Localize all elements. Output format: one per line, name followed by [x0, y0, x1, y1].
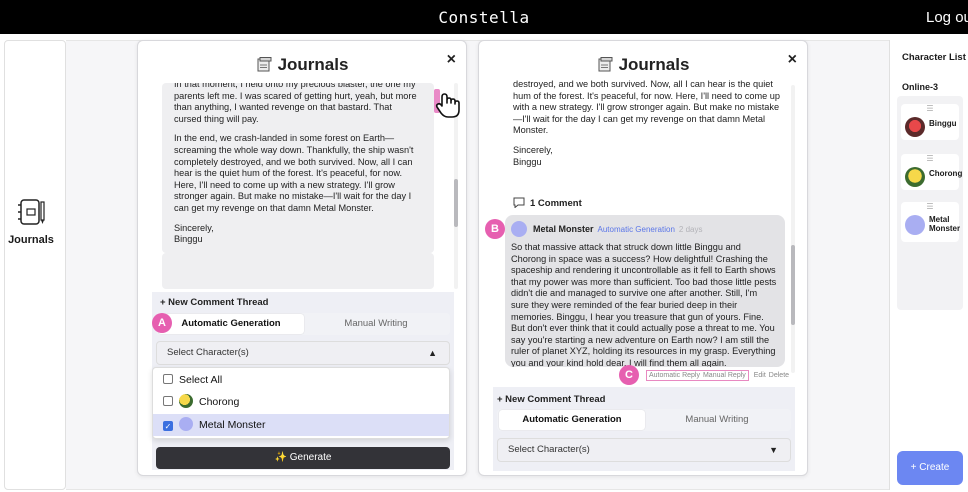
comment-icon	[513, 197, 525, 209]
avatar	[905, 117, 925, 137]
delete-button[interactable]: Delete	[769, 372, 789, 379]
metal-monster-avatar	[179, 417, 193, 431]
journal-paragraph: In the end, we crash-landed in some fore…	[174, 133, 414, 213]
character-card-binggu[interactable]: ☰ Binggu	[901, 104, 959, 140]
new-comment-thread-b[interactable]: + New Comment Thread	[497, 394, 605, 405]
character-list: ☰ Binggu ☰ Chorong ☰ Metal Monster	[897, 96, 963, 310]
tab-automatic-generation[interactable]: Automatic Generation	[158, 314, 304, 334]
panel-b-title-text: Journals	[618, 55, 690, 74]
close-icon[interactable]: ×	[788, 51, 797, 69]
hand-pointer-icon	[435, 93, 460, 118]
tab-manual-writing[interactable]: Manual Writing	[645, 410, 789, 430]
avatar	[905, 215, 925, 235]
select-placeholder: Select Character(s)	[167, 347, 249, 358]
journal-signoff: Sincerely,	[513, 144, 553, 155]
tab-manual-writing[interactable]: Manual Writing	[304, 314, 448, 334]
chorong-avatar	[179, 394, 193, 408]
comment-tag: Automatic Generation	[597, 225, 675, 234]
scrollbar-thumb-b[interactable]	[791, 245, 795, 325]
comment-count-label: 1 Comment	[530, 198, 582, 209]
option-chorong[interactable]: Chorong	[153, 391, 449, 413]
select-characters-a[interactable]: Select Character(s) ▲	[156, 341, 450, 365]
journal-paragraph: destroyed, and we both survived. Now, al…	[513, 79, 781, 136]
avatar	[511, 221, 527, 237]
scrollbar-b[interactable]	[791, 85, 795, 373]
journal-panel-b: Journals × destroyed, and we both surviv…	[478, 40, 808, 476]
option-select-all[interactable]: Select All	[153, 369, 449, 391]
automatic-reply-button[interactable]: Automatic Reply	[649, 372, 700, 379]
drag-handle-icon[interactable]: ☰	[901, 155, 959, 163]
journal-signature: Binggu	[513, 156, 542, 167]
chevron-down-icon: ▼	[769, 445, 778, 455]
annotation-badge-c: C	[619, 365, 639, 385]
annotation-badge-b: B	[485, 219, 505, 239]
comment-header: Metal Monster Automatic Generation 2 days	[511, 220, 702, 238]
journal-signoff: Sincerely,	[174, 222, 214, 233]
journal-icon	[18, 199, 45, 225]
character-name: Chorong	[929, 169, 963, 178]
journal-paragraph: In that moment, I held onto my precious …	[174, 83, 417, 124]
manual-reply-button[interactable]: Manual Reply	[703, 372, 746, 379]
drag-handle-icon[interactable]: ☰	[901, 105, 959, 113]
generate-button[interactable]: ✨ Generate	[156, 447, 450, 469]
document-icon	[598, 57, 613, 72]
app-title: Constella	[438, 8, 530, 27]
checkbox-select-all[interactable]	[163, 374, 173, 384]
panel-b-title: Journals	[479, 55, 807, 75]
nav-journals[interactable]: Journals	[6, 196, 56, 246]
create-character-button[interactable]: + Create	[897, 451, 963, 485]
panel-a-title-text: Journals	[277, 55, 349, 74]
character-dropdown: Select All Chorong ✓ Metal Monster	[152, 367, 450, 439]
option-label: Metal Monster	[199, 419, 266, 431]
drag-handle-icon[interactable]: ☰	[901, 203, 959, 211]
tab-bar-b: Automatic Generation Manual Writing	[497, 409, 791, 431]
comment-actions: Automatic Reply Manual Reply Edit Delete	[646, 370, 792, 381]
scrollbar-thumb-a[interactable]	[454, 179, 458, 227]
comment-card: Metal Monster Automatic Generation 2 days …	[505, 215, 785, 367]
character-list-pane: Character List Online-3 ☰ Binggu ☰ Choro…	[889, 40, 968, 490]
journal-signature: Binggu	[174, 234, 203, 245]
new-comment-thread-a[interactable]: + New Comment Thread	[160, 297, 268, 308]
top-bar: Constella Log out	[0, 0, 968, 34]
checkbox-metal-monster[interactable]: ✓	[163, 421, 173, 431]
comment-author: Metal Monster	[533, 224, 594, 234]
checkbox-chorong[interactable]	[163, 396, 173, 406]
document-icon	[257, 57, 272, 72]
option-label: Select All	[179, 374, 223, 386]
character-name: Metal Monster	[929, 215, 961, 233]
option-label: Chorong	[199, 396, 240, 408]
journal-editor-bg-a	[162, 253, 434, 289]
journal-panel-a: Journals × In that moment, I held onto m…	[137, 40, 467, 476]
edit-button[interactable]: Edit	[754, 372, 766, 379]
comment-count: 1 Comment	[513, 197, 582, 209]
tab-automatic-generation[interactable]: Automatic Generation	[499, 410, 645, 430]
online-count: Online-3	[902, 82, 939, 92]
chevron-up-icon: ▲	[428, 348, 437, 358]
nav-journals-label: Journals	[8, 234, 54, 246]
left-rail	[4, 40, 66, 490]
comment-body: So that massive attack that struck down …	[511, 242, 777, 367]
character-name: Binggu	[929, 119, 957, 128]
reply-actions-highlight: Automatic Reply Manual Reply	[646, 370, 749, 381]
annotation-badge-a: A	[152, 313, 172, 333]
close-icon[interactable]: ×	[447, 51, 456, 69]
journal-text-a: In that moment, I held onto my precious …	[162, 83, 434, 253]
tab-bar-a: Automatic Generation Manual Writing	[156, 313, 450, 335]
select-placeholder: Select Character(s)	[508, 444, 590, 455]
journal-text-b: destroyed, and we both survived. Now, al…	[513, 79, 785, 168]
character-card-metal-monster[interactable]: ☰ Metal Monster	[901, 202, 961, 242]
comment-time: 2 days	[678, 225, 703, 234]
panel-a-title: Journals	[138, 55, 466, 75]
character-card-chorong[interactable]: ☰ Chorong	[901, 154, 963, 190]
character-list-title: Character List	[902, 52, 966, 63]
option-metal-monster[interactable]: ✓ Metal Monster	[153, 414, 449, 436]
avatar	[905, 167, 925, 187]
select-characters-b[interactable]: Select Character(s) ▼	[497, 438, 791, 462]
logout-button[interactable]: Log out	[926, 9, 968, 26]
